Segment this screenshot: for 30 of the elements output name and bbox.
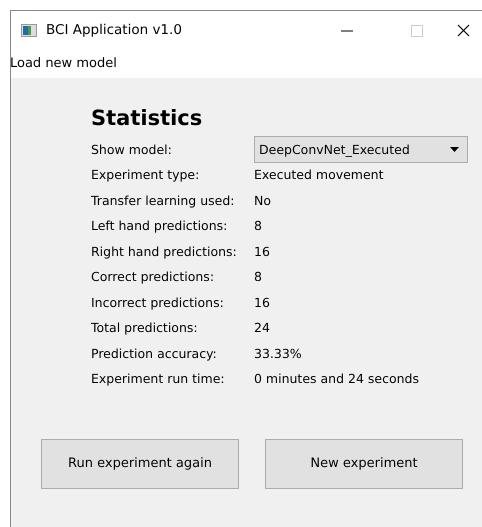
- close-icon[interactable]: [456, 24, 470, 37]
- minimize-icon[interactable]: [341, 30, 353, 32]
- maximize-icon[interactable]: [411, 24, 423, 36]
- field-label: Incorrect predictions:: [91, 294, 225, 312]
- app-icon: [21, 24, 37, 37]
- field-label: Transfer learning used:: [91, 192, 236, 210]
- menu-item[interactable]: Load new model: [10, 54, 117, 74]
- model-dropdown[interactable]: DeepConvNet_Executed: [254, 136, 468, 164]
- field-value: 8: [254, 217, 262, 236]
- action-button[interactable]: Run experiment again: [41, 439, 239, 489]
- field-label: Show model:: [91, 140, 173, 159]
- field-value: 33.33%: [254, 344, 302, 363]
- action-button[interactable]: New experiment: [265, 439, 463, 489]
- field-label: Experiment type:: [91, 166, 200, 184]
- field-label: Right hand predictions:: [91, 242, 238, 261]
- field-value: 0 minutes and 24 seconds: [254, 370, 419, 388]
- window-title: BCI Application v1.0: [46, 21, 182, 40]
- field-value: 24: [254, 319, 270, 338]
- field-value: No: [254, 192, 271, 210]
- field-value: 8: [254, 268, 262, 286]
- field-label: Total predictions:: [91, 319, 199, 338]
- field-label: Experiment run time:: [91, 370, 226, 388]
- caret-icon: [450, 147, 459, 152]
- field-value: Executed movement: [254, 166, 384, 184]
- field-label: Correct predictions:: [91, 268, 216, 286]
- field-label: Prediction accuracy:: [91, 344, 218, 363]
- field-value: 16: [254, 242, 270, 261]
- field-label: Left hand predictions:: [91, 217, 228, 236]
- section-heading: Statistics: [91, 106, 204, 132]
- field-value: 16: [254, 294, 270, 312]
